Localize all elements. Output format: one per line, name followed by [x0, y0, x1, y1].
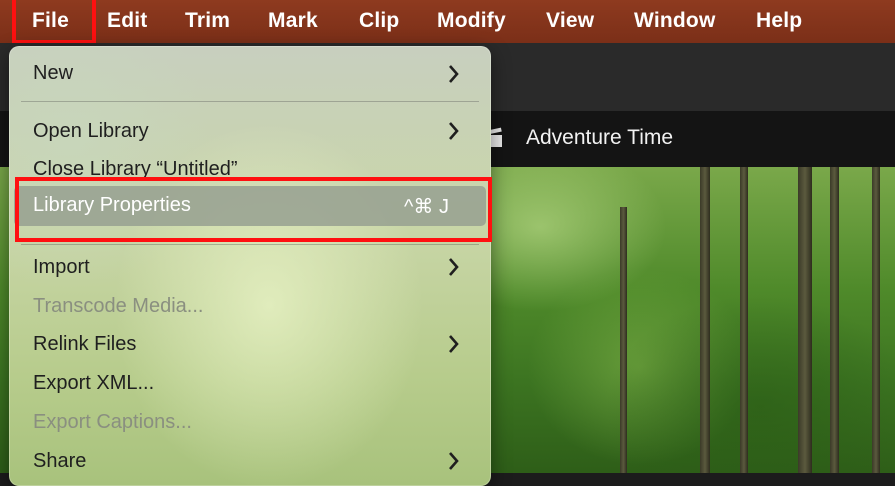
menu-separator	[21, 244, 479, 245]
menu-clip[interactable]: Clip	[359, 0, 399, 43]
menu-separator	[21, 101, 479, 102]
chevron-right-icon	[449, 335, 459, 353]
menu-item-relink-files[interactable]: Relink Files	[33, 333, 136, 356]
menu-edit[interactable]: Edit	[107, 0, 147, 43]
menu-view[interactable]: View	[546, 0, 594, 43]
project-title: Adventure Time	[526, 126, 674, 149]
menu-trim[interactable]: Trim	[185, 0, 230, 43]
chevron-right-icon	[449, 452, 459, 470]
menu-window[interactable]: Window	[634, 0, 716, 43]
file-dropdown-menu: New Open Library Close Library “Untitled…	[9, 46, 491, 486]
menu-item-share[interactable]: Share	[33, 450, 86, 473]
menu-item-transcode-media: Transcode Media...	[33, 295, 204, 317]
menu-item-open-library[interactable]: Open Library	[33, 120, 149, 143]
file-menu-highlight-box	[12, 0, 96, 44]
chevron-right-icon	[449, 65, 459, 83]
menu-help[interactable]: Help	[756, 0, 802, 43]
chevron-right-icon	[449, 258, 459, 276]
menu-mark[interactable]: Mark	[268, 0, 318, 43]
menu-item-export-captions: Export Captions...	[33, 411, 192, 433]
library-properties-highlight-box	[15, 177, 492, 242]
menu-bar: File Edit Trim Mark Clip Modify View Win…	[0, 0, 895, 44]
menu-item-new[interactable]: New	[33, 62, 73, 85]
menu-modify[interactable]: Modify	[437, 0, 506, 43]
menu-item-export-xml[interactable]: Export XML...	[33, 372, 154, 395]
menu-item-import[interactable]: Import	[33, 256, 90, 279]
chevron-right-icon	[449, 122, 459, 140]
